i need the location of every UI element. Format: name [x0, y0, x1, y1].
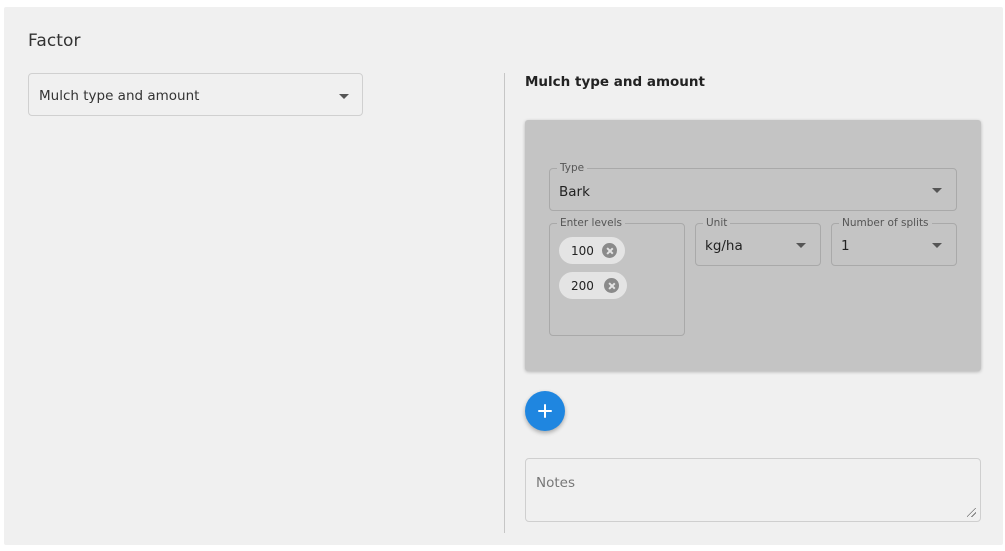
chevron-down-icon [339, 94, 349, 99]
resize-grip-icon[interactable] [967, 508, 976, 517]
level-chip: 200 [559, 272, 627, 299]
type-value: Bark [559, 184, 590, 200]
notes-placeholder: Notes [536, 475, 575, 491]
levels-label: Enter levels [557, 217, 625, 229]
section-heading: Mulch type and amount [525, 74, 705, 90]
chevron-down-icon [932, 188, 942, 193]
vertical-divider [504, 73, 505, 533]
page-title: Factor [28, 31, 81, 51]
unit-label: Unit [703, 217, 731, 229]
splits-value: 1 [841, 238, 850, 254]
type-select[interactable]: Type Bark [549, 162, 957, 211]
level-chip-label: 200 [571, 279, 594, 293]
chevron-down-icon [796, 243, 806, 248]
level-chip-label: 100 [571, 244, 594, 258]
unit-select[interactable]: Unit kg/ha [695, 217, 821, 266]
factor-level-card: Type Bark Enter levels 100 200 Unit kg/h… [525, 120, 981, 371]
type-label: Type [557, 162, 588, 174]
chevron-down-icon [932, 243, 942, 248]
notes-textarea[interactable]: Notes [525, 458, 981, 522]
level-chip: 100 [559, 237, 625, 264]
close-circle-icon[interactable] [604, 278, 619, 293]
splits-label: Number of splits [839, 217, 932, 229]
unit-value: kg/ha [705, 238, 743, 254]
levels-input[interactable]: Enter levels 100 200 [549, 217, 685, 336]
close-circle-icon[interactable] [602, 243, 617, 258]
add-level-button[interactable] [525, 391, 565, 431]
factor-select-value: Mulch type and amount [39, 88, 200, 104]
factor-panel: Factor Mulch type and amount Mulch type … [4, 7, 1003, 545]
splits-select[interactable]: Number of splits 1 [831, 217, 957, 266]
factor-select[interactable]: Mulch type and amount [28, 73, 363, 116]
